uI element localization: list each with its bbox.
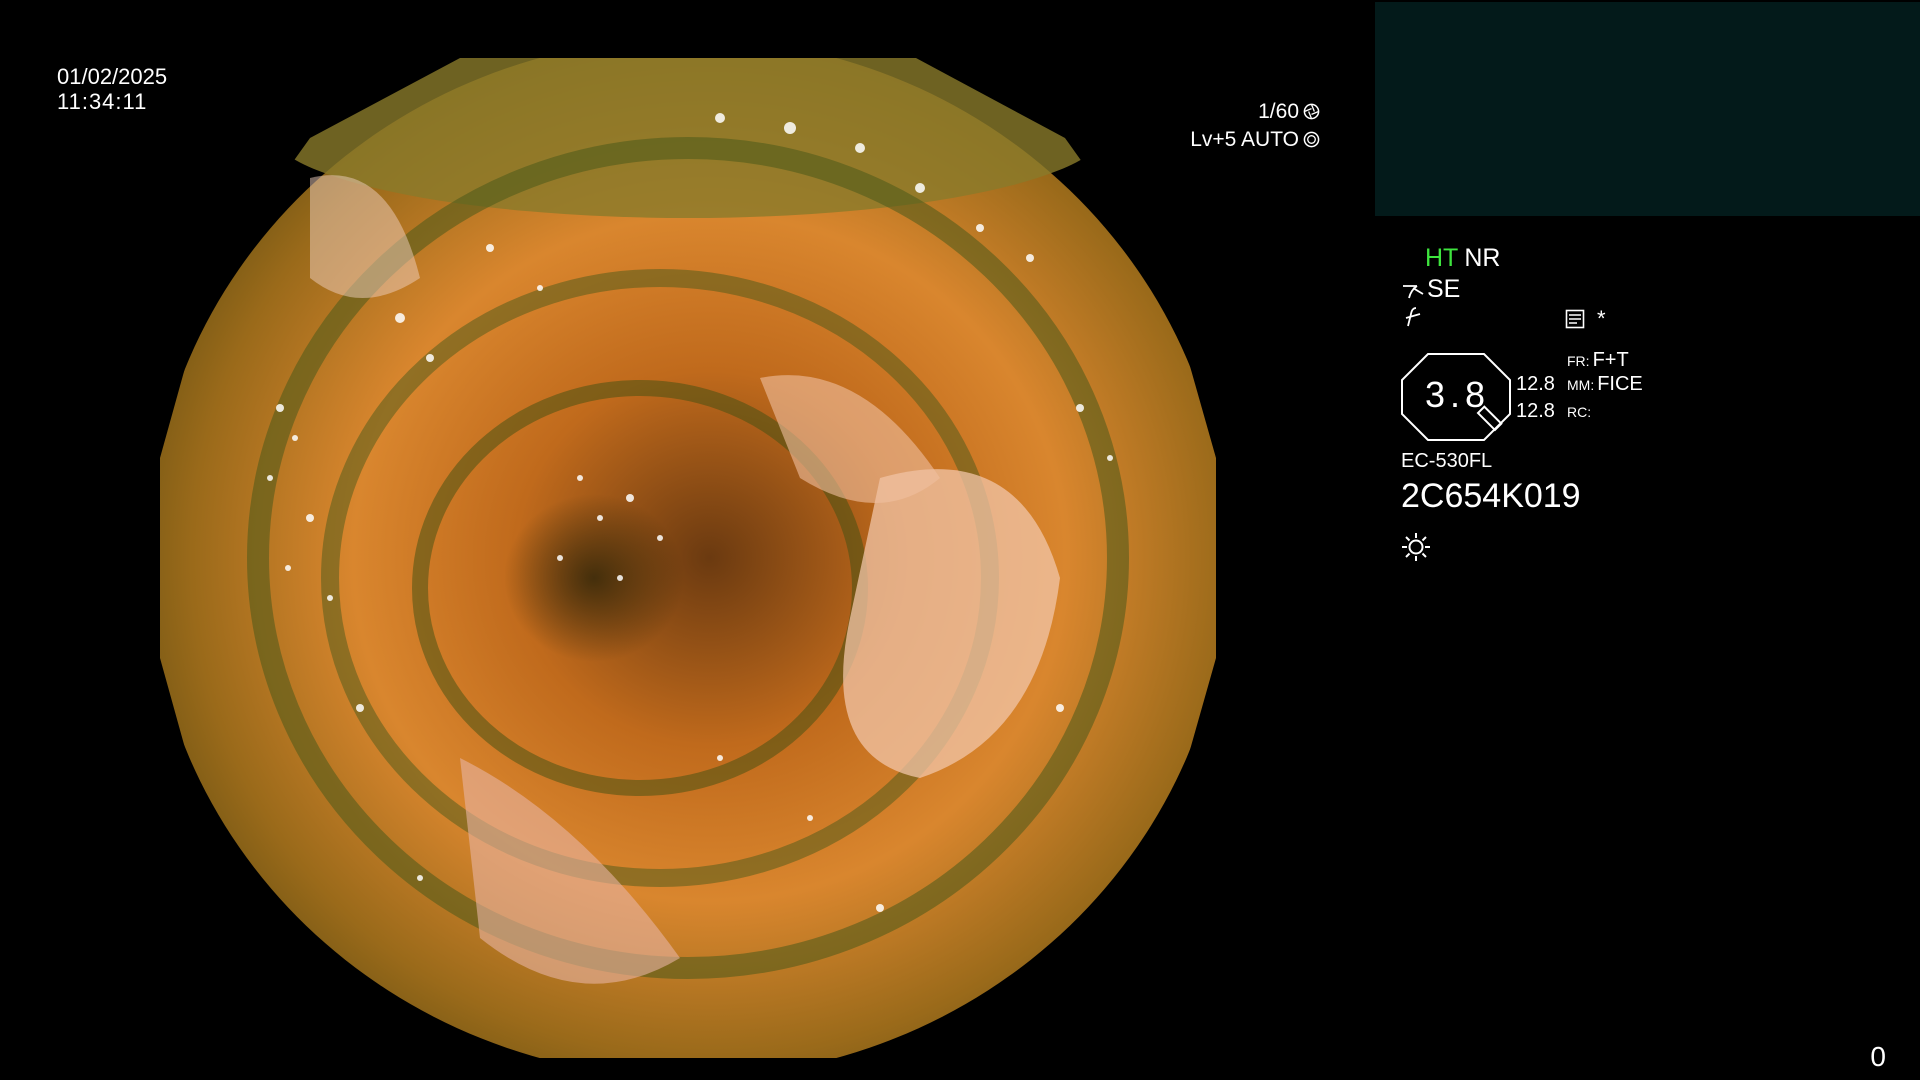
enhancement-mode-row: HT NR [1425, 246, 1500, 271]
rc-label: RC: [1567, 404, 1592, 420]
mm-label: MM: [1567, 377, 1595, 393]
iris-icon [1303, 131, 1320, 148]
shutter-speed: 1/60 [1258, 100, 1299, 123]
mm-value: FICE [1597, 373, 1643, 395]
setting-value-1: 12.8 [1516, 373, 1555, 395]
structure-enhance-row: SE [1401, 277, 1460, 302]
structure-enhance-icon [1403, 284, 1424, 298]
zoom-value: 3.8 [1425, 374, 1491, 415]
mm-row: MM: FICE [1567, 374, 1643, 394]
se-label: SE [1427, 275, 1461, 303]
shutter-icon [1303, 103, 1320, 120]
memo-icon [1565, 309, 1585, 329]
fr-label: FR: [1567, 353, 1590, 369]
frame-counter: 0 [1870, 1041, 1886, 1072]
ht-label: HT [1425, 244, 1459, 272]
sub-screen-panel [1375, 2, 1920, 216]
mode-icons: * [1565, 308, 1606, 330]
setting-value-2: 12.8 [1516, 400, 1555, 422]
star-marker: * [1597, 306, 1606, 331]
date-display: 01/02/2025 [57, 64, 168, 89]
scope-model: EC-530FL [1401, 450, 1493, 472]
fr-row: FR: F+T [1567, 350, 1629, 370]
shutter-indicator: 1/60 [1258, 101, 1320, 122]
endoscope-image [160, 58, 1216, 1058]
brightness-level-indicator: Lv+5 AUTO [1190, 129, 1320, 150]
time-display: 11:34:11 [57, 89, 148, 114]
light-icon [1402, 533, 1430, 561]
fr-value: F+T [1592, 349, 1629, 371]
nr-label: NR [1464, 244, 1501, 272]
brightness-level: Lv+5 AUTO [1190, 128, 1299, 151]
f-curve-icon [1405, 307, 1421, 327]
scope-serial: 2C654K019 [1401, 477, 1581, 515]
f-curve-row [1402, 306, 1424, 333]
rc-row: RC: [1567, 401, 1594, 421]
